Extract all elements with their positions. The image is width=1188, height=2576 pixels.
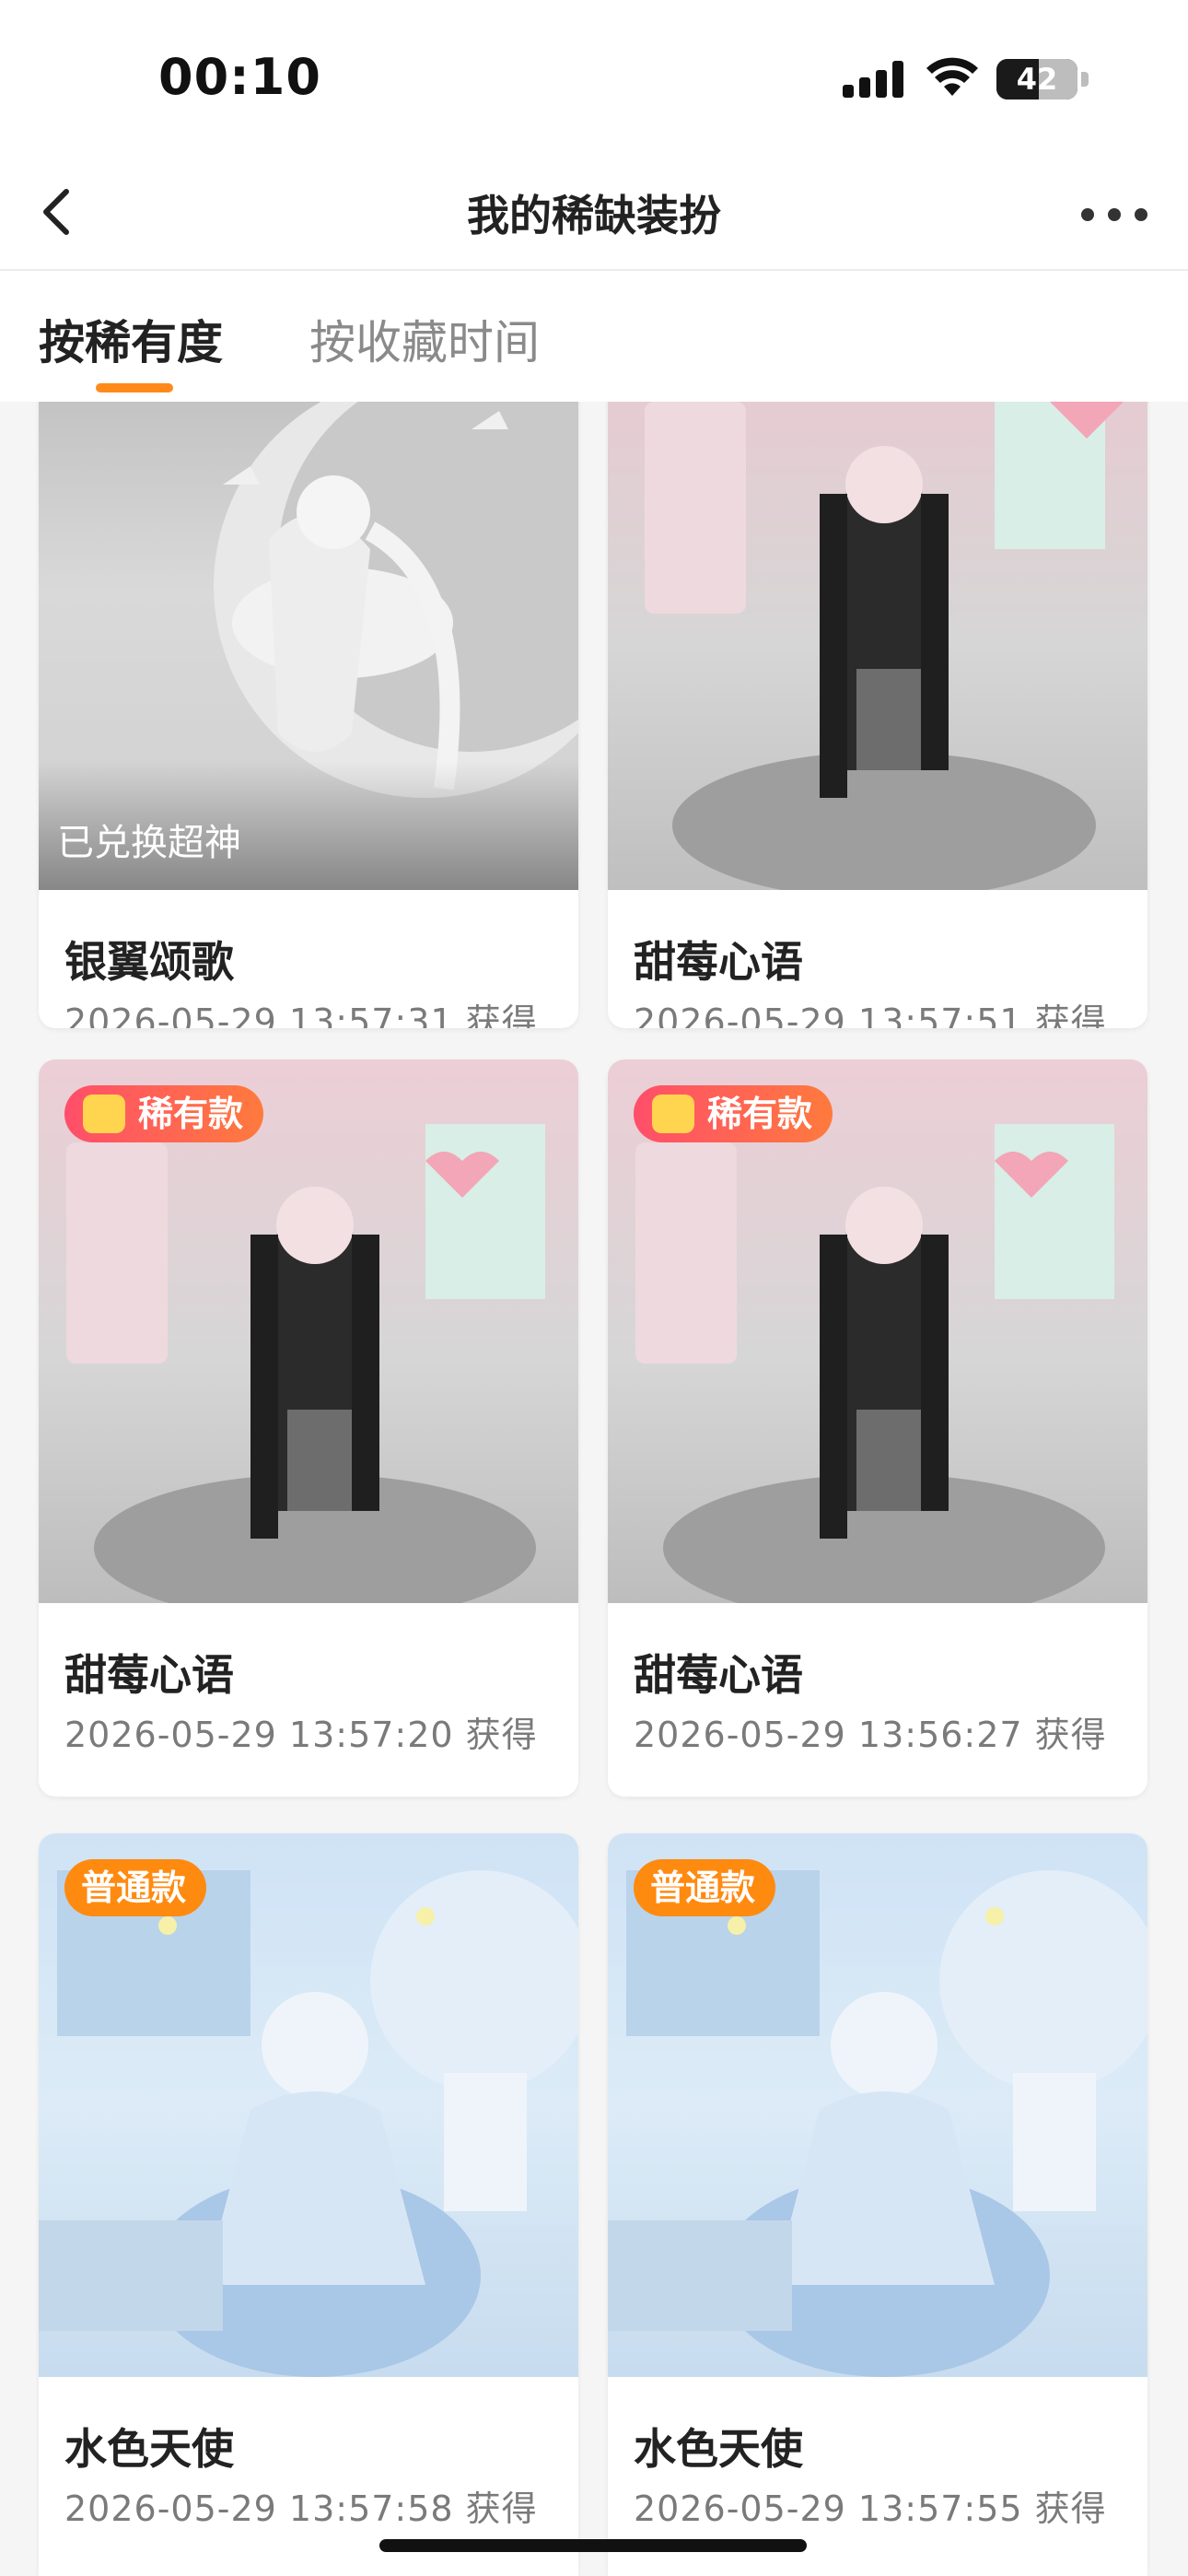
outfit-card[interactable]: 稀有款 甜莓心语 2026-05-29 13:56:27 获得 [608,1060,1147,1797]
outfit-card[interactable]: 普通款 水色天使 2026-05-29 13:57:55 获得 [608,1833,1147,2576]
outfit-card[interactable]: 甜莓心语 2026-05-29 13:57:51 获得 [608,402,1147,1028]
outfit-image-berry-heart: 稀有款 [39,1060,578,1603]
tab-by-collect-time[interactable]: 按收藏时间 [309,306,540,372]
battery-level: 42 [1016,62,1058,97]
active-tab-indicator [96,383,173,392]
crown-icon [652,1095,694,1133]
rarity-badge: 稀有款 [634,1085,833,1142]
obtained-date: 2026-05-29 13:57:51 获得 [634,1001,1107,1028]
obtained-date: 2026-05-29 13:57:58 获得 [64,2488,538,2529]
outfit-image-berry-heart [608,402,1147,890]
outfit-image-berry-heart: 稀有款 [608,1060,1147,1603]
tab-by-rarity[interactable]: 按稀有度 [39,306,223,372]
nav-bar: 我的稀缺装扮 [0,157,1188,271]
status-bar: 00:10 42 [0,0,1188,157]
crown-icon [83,1095,125,1133]
outfit-name: 银翼颂歌 [64,937,234,987]
obtained-date: 2026-05-29 13:57:20 获得 [64,1715,538,1755]
outfit-grid: 已兑换超神 银翼颂歌 2026-05-29 13:57:31 获得 甜莓心语 2… [0,402,1188,2576]
outfit-name: 甜莓心语 [634,1650,803,1700]
more-options-icon[interactable] [1077,179,1151,245]
rarity-badge: 稀有款 [64,1085,264,1142]
outfit-name: 水色天使 [64,2424,234,2474]
obtained-date: 2026-05-29 13:56:27 获得 [634,1715,1107,1755]
obtained-date: 2026-05-29 13:57:31 获得 [64,1001,538,1028]
status-time: 00:10 [158,48,321,106]
cellular-signal-icon [843,61,903,98]
outfit-card[interactable]: 稀有款 甜莓心语 2026-05-29 13:57:20 获得 [39,1060,578,1797]
outfit-name: 甜莓心语 [64,1650,234,1700]
outfit-image-silver-wing: 已兑换超神 [39,402,578,890]
obtained-date: 2026-05-29 13:57:55 获得 [634,2488,1107,2529]
battery-cap [1081,72,1089,87]
outfit-card[interactable]: 已兑换超神 银翼颂歌 2026-05-29 13:57:31 获得 [39,402,578,1028]
sort-tabs: 按稀有度 按收藏时间 [0,273,1188,402]
page-title: 我的稀缺装扮 [467,191,721,240]
outfit-name: 水色天使 [634,2424,803,2474]
wifi-icon [926,57,978,96]
outfit-image-water-angel: 普通款 [608,1833,1147,2377]
rarity-badge: 普通款 [634,1859,776,1916]
outfit-card[interactable]: 普通款 水色天使 2026-05-29 13:57:58 获得 [39,1833,578,2576]
exchanged-label: 已兑换超神 [57,822,241,864]
outfit-image-water-angel: 普通款 [39,1833,578,2377]
rarity-badge: 普通款 [64,1859,207,1916]
outfit-name: 甜莓心语 [634,937,803,987]
home-indicator [379,2539,807,2552]
battery-icon: 42 [996,59,1077,100]
